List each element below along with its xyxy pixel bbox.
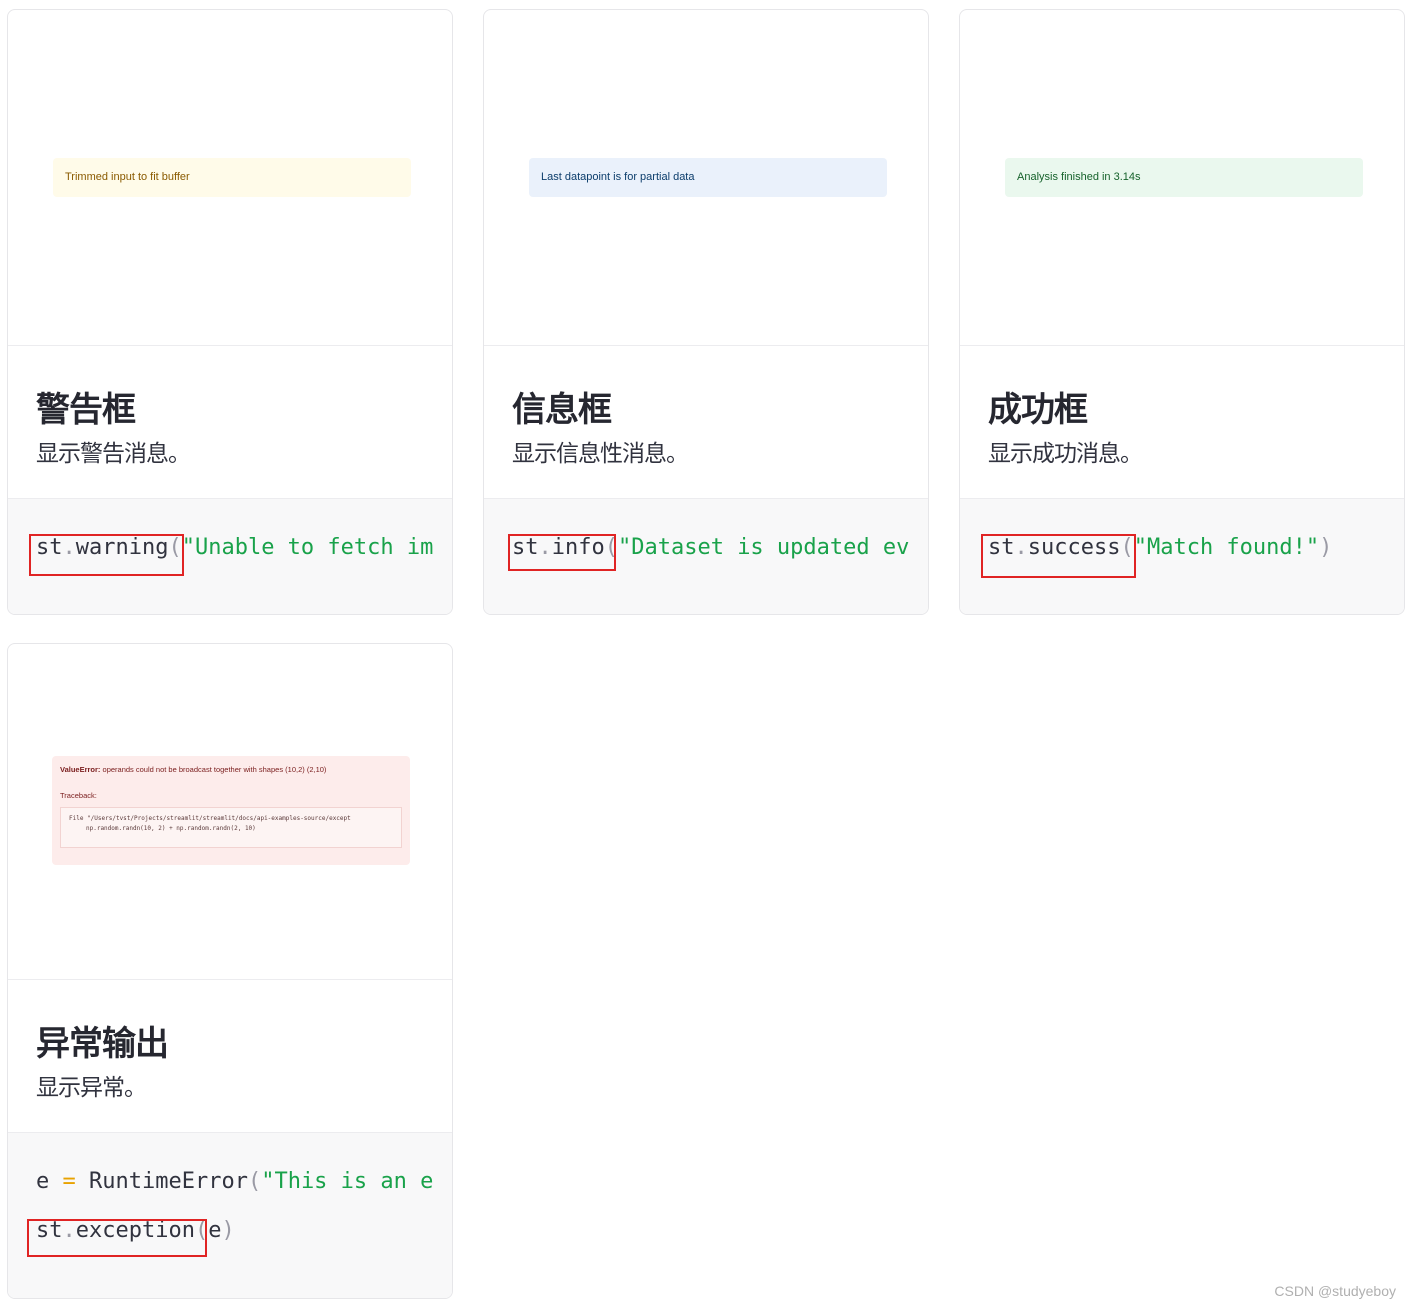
highlight-box <box>29 534 184 576</box>
watermark: CSDN @studyeboy <box>1274 1283 1396 1299</box>
card-description: 显示异常。 <box>36 1075 147 1101</box>
code-snippet: e = RuntimeError("This is an e st.except… <box>8 1132 452 1298</box>
highlight-box <box>27 1219 207 1257</box>
preview-area: Trimmed input to fit buffer <box>8 10 452 346</box>
warning-alert: Trimmed input to fit buffer <box>53 158 411 197</box>
code-paren-close: ) <box>221 1218 235 1243</box>
error-heading: ValueError: operands could not be broadc… <box>60 765 402 775</box>
card-description: 显示成功消息。 <box>988 441 1143 467</box>
preview-area: Analysis finished in 3.14s <box>960 10 1404 346</box>
card-title: 异常输出 <box>36 1024 169 1064</box>
traceback-code: File "/Users/tvst/Projects/streamlit/str… <box>60 807 402 848</box>
highlight-box <box>981 534 1136 578</box>
card-title: 信息框 <box>512 390 612 430</box>
info-alert: Last datapoint is for partial data <box>529 158 887 197</box>
traceback-line: File "/Users/tvst/Projects/streamlit/str… <box>69 815 351 822</box>
card-header: 异常输出 显示异常。 <box>8 980 452 1132</box>
error-type: ValueError: <box>60 765 101 774</box>
card-exception[interactable]: ValueError: operands could not be broadc… <box>7 643 453 1299</box>
code-paren-close: ) <box>1319 535 1333 560</box>
card-description: 显示信息性消息。 <box>512 441 689 467</box>
card-title: 警告框 <box>36 390 136 430</box>
code-string: "Match found!" <box>1133 535 1320 560</box>
error-message: operands could not be broadcast together… <box>102 765 327 774</box>
traceback-label: Traceback: <box>60 791 97 800</box>
card-success[interactable]: Analysis finished in 3.14s 成功框 显示成功消息。 s… <box>959 9 1405 615</box>
card-header: 警告框 显示警告消息。 <box>8 346 452 498</box>
code-string: "This is an e <box>261 1169 434 1194</box>
traceback-line: np.random.randn(10, 2) + np.random.randn… <box>86 825 256 832</box>
card-title: 成功框 <box>988 390 1088 430</box>
code-string: "Unable to fetch im <box>181 535 434 560</box>
preview-area: ValueError: operands could not be broadc… <box>8 644 452 980</box>
code-variable: e <box>36 1169 50 1194</box>
preview-area: Last datapoint is for partial data <box>484 10 928 346</box>
card-description: 显示警告消息。 <box>36 441 191 467</box>
card-header: 信息框 显示信息性消息。 <box>484 346 928 498</box>
code-class: RuntimeError <box>89 1169 248 1194</box>
code-argument: e <box>208 1218 222 1243</box>
code-string: "Dataset is updated ev <box>617 535 910 560</box>
exception-alert: ValueError: operands could not be broadc… <box>52 756 410 865</box>
highlight-box <box>508 534 616 571</box>
success-alert: Analysis finished in 3.14s <box>1005 158 1363 197</box>
code-operator: = <box>62 1169 76 1194</box>
card-info[interactable]: Last datapoint is for partial data 信息框 显… <box>483 9 929 615</box>
card-warning[interactable]: Trimmed input to fit buffer 警告框 显示警告消息。 … <box>7 9 453 615</box>
card-header: 成功框 显示成功消息。 <box>960 346 1404 498</box>
code-paren: ( <box>247 1169 262 1194</box>
code-line: e = RuntimeError("This is an e <box>36 1169 433 1194</box>
